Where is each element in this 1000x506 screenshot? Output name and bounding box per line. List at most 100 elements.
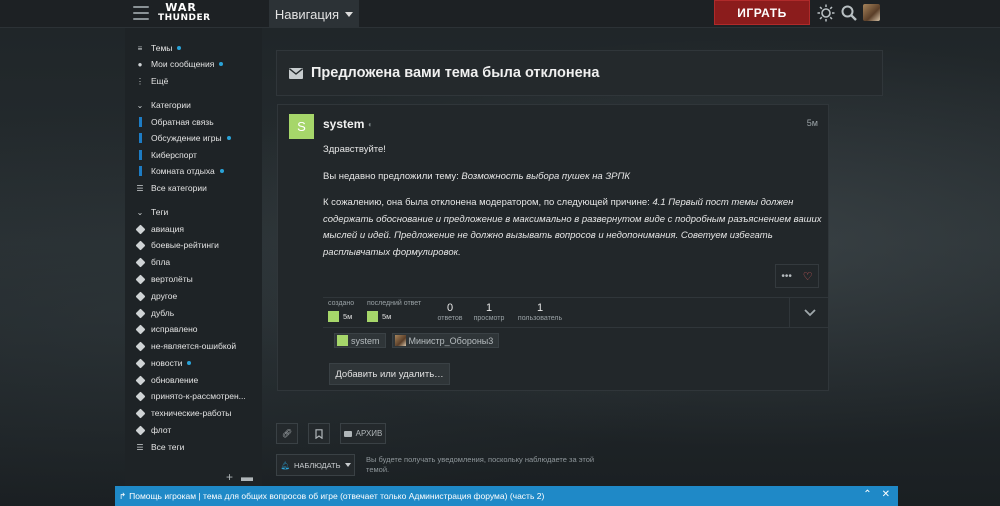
meta-label: создано <box>328 300 355 307</box>
sidebar: ≡ Темы ● Мои сообщения ⋮ Ещё ⌄ Категории… <box>125 28 262 486</box>
theme-sun-icon[interactable] <box>817 4 835 22</box>
add-icon[interactable]: + <box>226 470 233 484</box>
participant-name: system <box>351 335 380 346</box>
sidebar-tag[interactable]: обновление <box>135 372 258 388</box>
tag-icon <box>135 425 145 435</box>
sidebar-category-lounge[interactable]: Комната отдыха <box>136 163 258 179</box>
category-label: Обсуждение игры <box>151 133 222 143</box>
tag-icon <box>135 308 145 318</box>
post-username[interactable]: system <box>323 117 364 131</box>
sidebar-tag[interactable]: технические-работы <box>135 405 258 421</box>
share-link-button[interactable]: 🔗︎ <box>276 423 298 444</box>
topic-title-bar: Предложена вами тема была отклонена <box>276 50 883 96</box>
categories-heading-label: Категории <box>151 100 191 110</box>
sidebar-category-esports[interactable]: Киберспорт <box>136 147 258 163</box>
participant-chip[interactable]: system <box>334 333 386 348</box>
tag-label: обновление <box>151 375 199 385</box>
watch-label: НАБЛЮДАТЬ <box>294 460 341 470</box>
sidebar-tag[interactable]: исправлено <box>135 321 258 337</box>
caret-down-icon <box>345 11 354 17</box>
chevron-up-icon[interactable]: ⌃ <box>863 489 871 500</box>
post-topic-name: Возможность выбора пушек на ЗРПК <box>461 170 631 182</box>
hamburger-menu-icon[interactable] <box>133 6 149 20</box>
search-icon[interactable] <box>840 4 858 22</box>
meta-users: 1 пользователь <box>515 302 565 322</box>
sidebar-tag[interactable]: новости <box>135 355 258 371</box>
participant-name: Министр_Обороны3 <box>408 335 494 346</box>
sidebar-item-more[interactable]: ⋮ Ещё <box>136 73 258 89</box>
reply-icon: ↱ <box>119 490 127 501</box>
chevron-down-icon: ⌄ <box>136 100 144 110</box>
unread-dot <box>219 62 224 66</box>
tag-icon <box>135 358 145 368</box>
navigation-dropdown[interactable]: Навигация <box>269 0 359 28</box>
sidebar-item-label: Мои сообщения <box>151 59 215 69</box>
post-greeting: Здравствуйте! <box>323 144 386 155</box>
bottom-banner[interactable]: ↱ Помощь игрокам | тема для общих вопрос… <box>115 486 898 506</box>
mini-avatar <box>367 311 378 322</box>
sidebar-tag[interactable]: не-является-ошибкой <box>135 338 258 354</box>
meta-time: 5м <box>343 312 353 321</box>
heart-icon[interactable]: ♡ <box>803 270 813 283</box>
sidebar-tag[interactable]: вертолёты <box>135 271 258 287</box>
tag-label: исправлено <box>151 324 198 334</box>
meta-last-reply[interactable]: последний ответ 5м <box>367 300 421 322</box>
post-time[interactable]: 5м <box>807 118 818 128</box>
unread-dot <box>226 136 231 140</box>
envelope-icon <box>289 67 303 79</box>
categories-heading[interactable]: ⌄ Категории <box>136 97 258 113</box>
more-vertical-icon: ⋮ <box>136 76 144 86</box>
sidebar-category-feedback[interactable]: Обратная связь <box>136 114 258 130</box>
play-button[interactable]: ИГРАТЬ <box>714 0 810 25</box>
unread-dot <box>219 169 224 173</box>
sidebar-tag[interactable]: бпла <box>135 254 258 270</box>
sidebar-item-topics[interactable]: ≡ Темы <box>136 40 258 56</box>
meta-time: 5м <box>382 312 392 321</box>
user-avatar[interactable] <box>863 4 880 21</box>
caret-down-icon <box>344 463 351 467</box>
sidebar-item-my-messages[interactable]: ● Мои сообщения <box>136 56 258 72</box>
sidebar-category-game-discussion[interactable]: Обсуждение игры <box>136 130 258 146</box>
sidebar-tag[interactable]: боевые-рейтинги <box>135 237 258 253</box>
tag-label: авиация <box>151 224 184 234</box>
tag-icon <box>135 408 145 418</box>
post-avatar[interactable]: S <box>289 114 314 139</box>
tag-icon <box>135 341 145 351</box>
close-icon[interactable]: ✕ <box>882 489 890 500</box>
meta-count: 0 <box>446 302 454 314</box>
top-header: WAR THUNDER Навигация ИГРАТЬ <box>0 0 1000 28</box>
keyboard-icon[interactable]: ▬ <box>241 470 253 484</box>
meta-label: просмотр <box>473 315 505 322</box>
watch-note: Вы будете получать уведомления, поскольк… <box>366 455 595 474</box>
site-logo[interactable]: WAR THUNDER <box>158 2 210 26</box>
meta-created[interactable]: создано 5м <box>328 300 354 322</box>
bookmark-button[interactable] <box>308 423 330 444</box>
chevron-down-icon[interactable] <box>789 298 829 327</box>
tags-heading[interactable]: ⌄ Теги <box>136 204 258 220</box>
category-color-bar <box>138 166 142 176</box>
participant-chip[interactable]: Министр_Обороны3 <box>391 333 500 348</box>
unread-dot <box>187 361 192 365</box>
post-text: К сожалению, она была отклонена модерато… <box>323 197 653 208</box>
archive-button[interactable]: АРХИВ <box>340 423 386 444</box>
sidebar-tag[interactable]: флот <box>135 422 258 438</box>
add-remove-button[interactable]: Добавить или удалить… <box>329 363 450 385</box>
sidebar-tag[interactable]: принято-к-рассмотрен... <box>135 388 258 404</box>
sidebar-tag[interactable]: дубль <box>135 305 258 321</box>
meta-views: 1 просмотр <box>471 302 507 322</box>
category-label: Комната отдыха <box>151 166 215 176</box>
more-options-icon[interactable]: ••• <box>781 271 792 282</box>
sidebar-tag[interactable]: авиация <box>135 221 258 237</box>
link-icon: 🔗︎ <box>281 429 293 438</box>
participant-avatar <box>394 335 406 346</box>
sidebar-all-categories[interactable]: ☰ Все категории <box>136 180 258 196</box>
tag-label: новости <box>151 358 183 368</box>
tag-label: другое <box>151 291 178 301</box>
sidebar-all-tags[interactable]: ☰ Все теги <box>136 439 258 455</box>
tag-icon <box>135 257 145 267</box>
watch-dropdown[interactable]: 🔔︎ НАБЛЮДАТЬ <box>276 454 355 476</box>
sidebar-tag[interactable]: другое <box>135 288 258 304</box>
tag-label: принято-к-рассмотрен... <box>151 391 246 401</box>
unread-dot <box>177 46 182 50</box>
layers-icon: ≡ <box>137 43 143 53</box>
